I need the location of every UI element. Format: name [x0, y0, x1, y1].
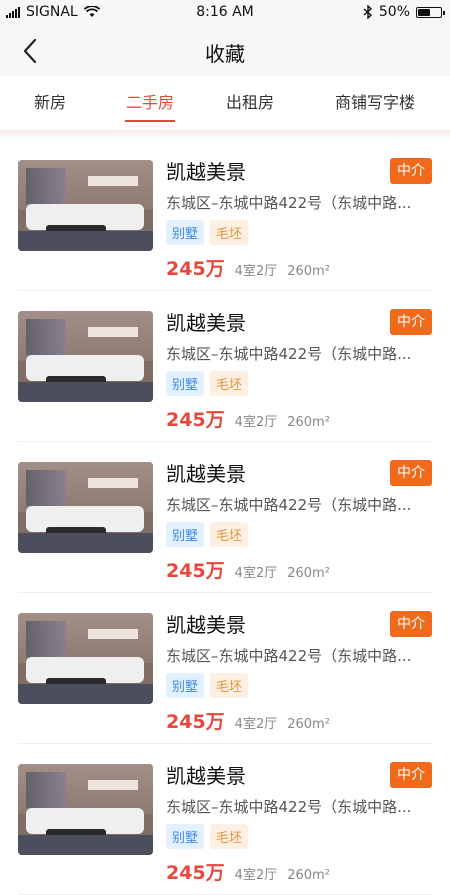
price-line: 245万 4室2厅 260m² [166, 556, 330, 583]
list-item[interactable]: 凯越美景 中介 东城区–东城中路422号（东城中路... 别墅 毛坯 245万 … [18, 442, 432, 593]
tag-villa: 别墅 [166, 824, 205, 849]
tab-rental[interactable]: 出租房 [200, 76, 300, 130]
property-title: 凯越美景 [166, 613, 246, 637]
floor-area: 260m² [287, 868, 330, 883]
agent-badge: 中介 [390, 762, 432, 788]
property-address: 东城区–东城中路422号（东城中路... [166, 647, 412, 665]
property-address: 东城区–东城中路422号（东城中路... [166, 798, 412, 816]
favorites-list: 凯越美景 中介 东城区–东城中路422号（东城中路... 别墅 毛坯 245万 … [0, 140, 450, 895]
property-title: 凯越美景 [166, 764, 246, 788]
price-line: 245万 4室2厅 260m² [166, 405, 330, 432]
floor-area: 260m² [287, 566, 330, 581]
battery-icon [416, 6, 445, 18]
price-line: 245万 4室2厅 260m² [166, 707, 330, 734]
agent-badge: 中介 [390, 460, 432, 486]
floor-area: 260m² [287, 415, 330, 430]
page-title: 收藏 [205, 42, 245, 66]
tag-villa: 别墅 [166, 522, 205, 547]
room-layout: 4室2厅 [234, 264, 278, 279]
room-layout: 4室2厅 [234, 415, 278, 430]
price: 245万 [166, 862, 225, 884]
room-layout: 4室2厅 [234, 868, 278, 883]
list-item[interactable]: 凯越美景 中介 东城区–东城中路422号（东城中路... 别墅 毛坯 245万 … [18, 593, 432, 744]
list-item[interactable]: 凯越美景 中介 东城区–东城中路422号（东城中路... 别墅 毛坯 245万 … [18, 140, 432, 291]
status-bar: SIGNAL 8:16 AM 50% [0, 0, 450, 26]
floor-area: 260m² [287, 717, 330, 732]
price: 245万 [166, 409, 225, 431]
price: 245万 [166, 711, 225, 733]
property-photo [18, 462, 153, 553]
property-photo [18, 311, 153, 402]
tab-second-hand[interactable]: 二手房 [100, 76, 200, 130]
list-item[interactable]: 凯越美景 中介 东城区–东城中路422号（东城中路... 别墅 毛坯 245万 … [18, 744, 432, 895]
tag-unfinished: 毛坯 [210, 522, 249, 547]
tag-unfinished: 毛坯 [210, 220, 249, 245]
tag-group: 别墅 毛坯 [166, 522, 249, 547]
tag-group: 别墅 毛坯 [166, 371, 249, 396]
tab-commercial[interactable]: 商铺写字楼 [300, 76, 450, 130]
room-layout: 4室2厅 [234, 717, 278, 732]
property-address: 东城区–东城中路422号（东城中路... [166, 345, 412, 363]
tag-unfinished: 毛坯 [210, 371, 249, 396]
property-photo [18, 160, 153, 251]
agent-badge: 中介 [390, 309, 432, 335]
battery-info: 50% [363, 4, 445, 20]
property-address: 东城区–东城中路422号（东城中路... [166, 194, 412, 212]
property-address: 东城区–东城中路422号（东城中路... [166, 496, 412, 514]
property-title: 凯越美景 [166, 311, 246, 335]
property-photo [18, 764, 153, 855]
tab-divider [0, 130, 450, 140]
tag-group: 别墅 毛坯 [166, 220, 249, 245]
navigation-bar: 收藏 [0, 26, 450, 76]
tab-new-house[interactable]: 新房 [0, 76, 100, 130]
price: 245万 [166, 258, 225, 280]
property-photo [18, 613, 153, 704]
agent-badge: 中介 [390, 611, 432, 637]
room-layout: 4室2厅 [234, 566, 278, 581]
price-line: 245万 4室2厅 260m² [166, 254, 330, 281]
tag-group: 别墅 毛坯 [166, 673, 249, 698]
floor-area: 260m² [287, 264, 330, 279]
price: 245万 [166, 560, 225, 582]
tag-unfinished: 毛坯 [210, 673, 249, 698]
property-title: 凯越美景 [166, 462, 246, 486]
property-title: 凯越美景 [166, 160, 246, 184]
bluetooth-icon [363, 5, 372, 19]
tag-villa: 别墅 [166, 673, 205, 698]
tag-villa: 别墅 [166, 371, 205, 396]
category-tabs: 新房 二手房 出租房 商铺写字楼 [0, 76, 450, 130]
list-item[interactable]: 凯越美景 中介 东城区–东城中路422号（东城中路... 别墅 毛坯 245万 … [18, 291, 432, 442]
battery-percent: 50% [378, 4, 410, 20]
tag-group: 别墅 毛坯 [166, 824, 249, 849]
price-line: 245万 4室2厅 260m² [166, 858, 330, 885]
tag-villa: 别墅 [166, 220, 205, 245]
tag-unfinished: 毛坯 [210, 824, 249, 849]
agent-badge: 中介 [390, 158, 432, 184]
